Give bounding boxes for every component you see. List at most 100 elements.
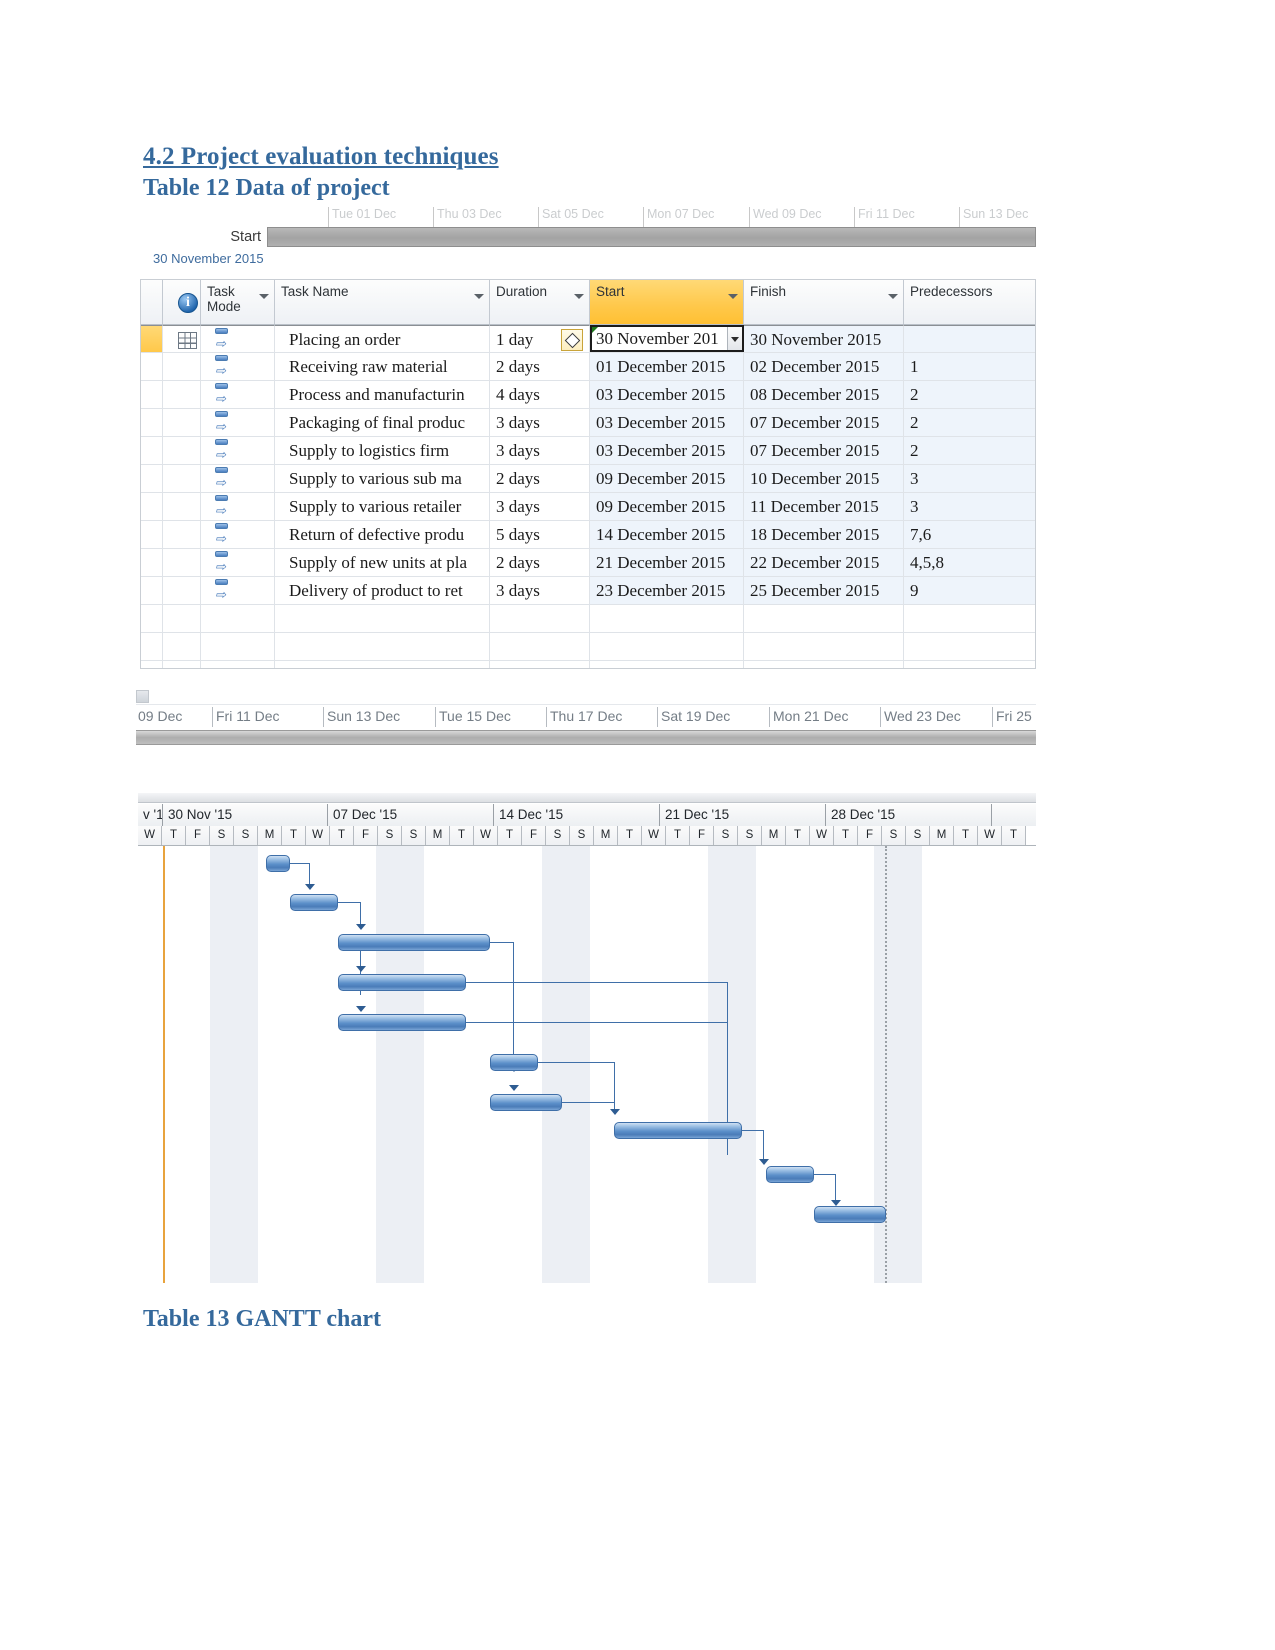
row-indicator-cell[interactable]	[163, 633, 201, 660]
start-date-cell[interactable]	[590, 633, 744, 660]
duration-cell[interactable]	[490, 661, 590, 668]
task-sheet-grid[interactable]: i Task Mode Task Name Duration Start Fin…	[140, 279, 1036, 669]
row-indicator-cell[interactable]	[163, 661, 201, 668]
duration-cell[interactable]: 2 days	[490, 353, 590, 380]
duration-cell[interactable]: 3 days	[490, 437, 590, 464]
predecessors-cell[interactable]: 4,5,8	[904, 549, 1035, 576]
chevron-down-icon[interactable]	[728, 294, 738, 299]
gantt-bar[interactable]	[266, 855, 290, 872]
predecessors-cell[interactable]: 3	[904, 493, 1035, 520]
gantt-chart[interactable]: v '15 30 Nov '15 07 Dec '15 14 Dec '15 2…	[138, 793, 1036, 1283]
table-row[interactable]: ⇨ Placing an order 1 day 30 November 201…	[141, 325, 1035, 353]
start-date-cell[interactable]: 21 December 2015	[590, 549, 744, 576]
row-selector[interactable]	[141, 549, 163, 576]
task-mode-cell[interactable]: ⇨	[201, 465, 275, 492]
column-header-start[interactable]: Start	[590, 280, 744, 324]
start-date-cell-editing[interactable]: 30 November 201	[590, 325, 744, 352]
start-date-cell[interactable]: 01 December 2015	[590, 353, 744, 380]
task-mode-cell[interactable]: ⇨	[201, 577, 275, 604]
duration-cell[interactable]: 3 days	[490, 409, 590, 436]
start-date-cell[interactable]: 03 December 2015	[590, 381, 744, 408]
column-header-finish[interactable]: Finish	[744, 280, 904, 324]
finish-date-cell[interactable]: 25 December 2015	[744, 577, 904, 604]
table-row[interactable]: ⇨ Packaging of final produc 3 days 03 De…	[141, 409, 1035, 437]
task-name-cell[interactable]	[275, 661, 490, 668]
row-indicator-cell[interactable]	[163, 353, 201, 380]
predecessors-cell[interactable]	[904, 633, 1035, 660]
start-date-cell[interactable]: 09 December 2015	[590, 493, 744, 520]
predecessors-cell[interactable]	[904, 605, 1035, 632]
row-indicator-cell[interactable]	[163, 521, 201, 548]
start-date-cell[interactable]	[590, 605, 744, 632]
duration-cell[interactable]: 2 days	[490, 465, 590, 492]
table-row[interactable]: ⇨ Supply to various sub ma 2 days 09 Dec…	[141, 465, 1035, 493]
start-date-cell[interactable]: 09 December 2015	[590, 465, 744, 492]
start-date-cell[interactable]: 14 December 2015	[590, 521, 744, 548]
start-date-cell[interactable]: 03 December 2015	[590, 437, 744, 464]
task-mode-cell[interactable]: ⇨	[201, 521, 275, 548]
row-selector[interactable]	[141, 661, 163, 668]
row-indicator-cell[interactable]	[163, 381, 201, 408]
row-indicator-cell[interactable]	[163, 465, 201, 492]
task-name-cell[interactable]: Supply to logistics firm	[275, 437, 490, 464]
scrollbar-thumb[interactable]	[136, 690, 149, 703]
task-name-cell[interactable]: Supply to various retailer	[275, 493, 490, 520]
row-indicator-cell[interactable]	[163, 577, 201, 604]
finish-date-cell[interactable]: 08 December 2015	[744, 381, 904, 408]
chevron-down-icon[interactable]	[474, 294, 484, 299]
row-selector[interactable]	[141, 437, 163, 464]
task-name-cell[interactable]: Packaging of final produc	[275, 409, 490, 436]
chevron-down-icon[interactable]	[259, 294, 269, 299]
predecessors-cell[interactable]: 3	[904, 465, 1035, 492]
date-picker-dropdown-icon[interactable]	[727, 327, 742, 350]
row-indicator-cell[interactable]	[163, 437, 201, 464]
table-row[interactable]: ⇨ Return of defective produ 5 days 14 De…	[141, 521, 1035, 549]
ruler-pan-bar[interactable]	[136, 730, 1036, 745]
duration-cell[interactable]: 5 days	[490, 521, 590, 548]
task-mode-cell[interactable]: ⇨	[201, 353, 275, 380]
finish-date-cell[interactable]	[744, 661, 904, 668]
gantt-bar[interactable]	[614, 1122, 742, 1139]
row-indicator-cell[interactable]	[163, 549, 201, 576]
predecessors-cell[interactable]: 2	[904, 437, 1035, 464]
finish-date-cell[interactable]: 11 December 2015	[744, 493, 904, 520]
table-row[interactable]: ⇨ Delivery of product to ret 3 days 23 D…	[141, 577, 1035, 605]
predecessors-cell[interactable]: 2	[904, 409, 1035, 436]
start-date-cell[interactable]	[590, 661, 744, 668]
task-name-cell[interactable]: Receiving raw material	[275, 353, 490, 380]
predecessors-cell[interactable]: 1	[904, 353, 1035, 380]
start-date-cell[interactable]: 03 December 2015	[590, 409, 744, 436]
table-row-empty[interactable]	[141, 633, 1035, 661]
finish-date-cell[interactable]: 07 December 2015	[744, 437, 904, 464]
duration-cell[interactable]: 4 days	[490, 381, 590, 408]
chevron-down-icon[interactable]	[888, 294, 898, 299]
finish-date-cell[interactable]	[744, 633, 904, 660]
duration-cell[interactable]: 3 days	[490, 577, 590, 604]
finish-date-cell[interactable]: 22 December 2015	[744, 549, 904, 576]
task-name-cell[interactable]: Supply to various sub ma	[275, 465, 490, 492]
column-header-task-mode[interactable]: Task Mode	[201, 280, 275, 324]
duration-cell[interactable]: 2 days	[490, 549, 590, 576]
row-indicator-cell[interactable]	[163, 605, 201, 632]
row-selector[interactable]	[141, 633, 163, 660]
task-mode-cell[interactable]: ⇨	[201, 549, 275, 576]
predecessors-cell[interactable]: 2	[904, 381, 1035, 408]
table-row[interactable]: ⇨ Supply to various retailer 3 days 09 D…	[141, 493, 1035, 521]
timeline-pan-bar[interactable]	[267, 227, 1036, 247]
column-header-task-name[interactable]: Task Name	[275, 280, 490, 324]
finish-date-cell[interactable]: 18 December 2015	[744, 521, 904, 548]
task-mode-cell[interactable]	[201, 605, 275, 632]
gantt-bar[interactable]	[814, 1206, 886, 1223]
task-mode-cell[interactable]: ⇨	[201, 325, 275, 352]
finish-date-cell[interactable]: 02 December 2015	[744, 353, 904, 380]
table-row[interactable]: ⇨ Supply of new units at pla 2 days 21 D…	[141, 549, 1035, 577]
task-mode-cell[interactable]	[201, 661, 275, 668]
task-mode-cell[interactable]: ⇨	[201, 381, 275, 408]
predecessors-cell[interactable]: 7,6	[904, 521, 1035, 548]
gantt-bar[interactable]	[490, 1054, 538, 1071]
table-row[interactable]: ⇨ Supply to logistics firm 3 days 03 Dec…	[141, 437, 1035, 465]
gantt-bar[interactable]	[490, 1094, 562, 1111]
column-header-duration[interactable]: Duration	[490, 280, 590, 324]
predecessors-cell[interactable]	[904, 661, 1035, 668]
task-name-cell[interactable]	[275, 605, 490, 632]
